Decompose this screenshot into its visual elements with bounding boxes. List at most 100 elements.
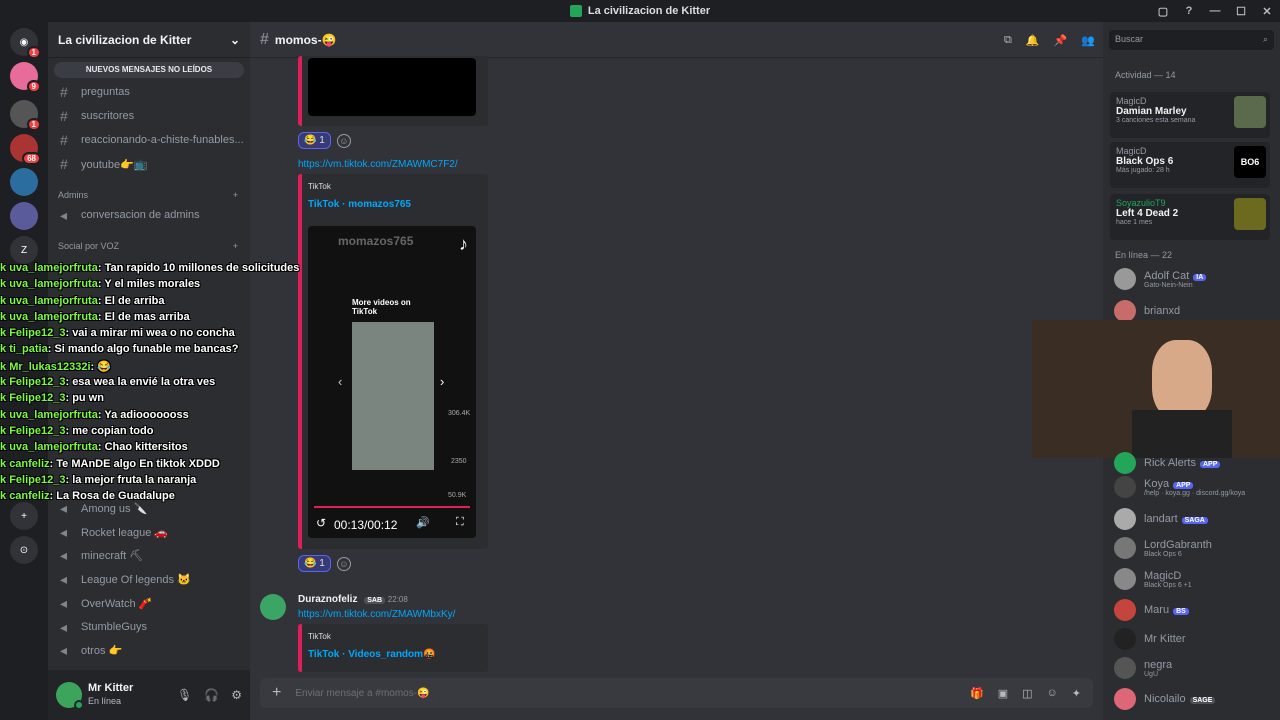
search-icon: ⌕ xyxy=(1262,34,1268,44)
member-item[interactable]: Koya APP/help · koya.gg · discord.gg/koya xyxy=(1114,476,1245,498)
member-item[interactable]: Rick Alerts APP xyxy=(1114,452,1221,474)
close-button[interactable]: ✕ xyxy=(1254,5,1280,18)
avatar[interactable] xyxy=(56,682,84,710)
video-player[interactable]: momazos765 ♪ More videos on TikTok ‹ › 3… xyxy=(308,226,476,538)
channel-item[interactable]: # youtube👉📺 xyxy=(54,153,244,175)
activity-card[interactable]: SoyazulioT9 Left 4 Dead 2 hace 1 mes xyxy=(1110,194,1270,240)
headphones-icon[interactable]: 🎧 xyxy=(204,688,219,702)
reaction-button[interactable]: 😂 1 xyxy=(298,555,331,572)
server-icon[interactable]: 1 xyxy=(10,100,41,131)
replay-icon[interactable]: ↺ xyxy=(316,516,326,530)
hash-icon: # xyxy=(60,108,68,124)
reaction-button[interactable]: 😂 1 xyxy=(298,132,331,149)
chat-message: Si mando algo funable me bancas? xyxy=(54,343,239,356)
video-thumbnail[interactable] xyxy=(352,322,434,470)
activity-card[interactable]: MagicD Black Ops 6 Más jugado: 28 h BO6 xyxy=(1110,142,1270,188)
inbox-icon[interactable]: ▢ xyxy=(1150,5,1176,18)
search-input[interactable]: Buscar ⌕ xyxy=(1109,30,1274,50)
sticker-icon[interactable]: ◫ xyxy=(1022,687,1032,700)
fullscreen-icon[interactable]: ⛶ xyxy=(456,516,464,529)
emoji-icon[interactable]: ☺ xyxy=(1047,687,1058,700)
speaker-icon: ◂ xyxy=(60,570,68,587)
chat-line: k uva_lamejorfruta: El de arriba xyxy=(0,294,165,307)
apps-icon[interactable]: ✦ xyxy=(1072,687,1081,700)
server-icon[interactable] xyxy=(10,202,38,230)
member-item[interactable]: LordGabranth Black Ops 6 xyxy=(1114,537,1212,559)
voice-channel[interactable]: ◂ OverWatch 🧨 xyxy=(54,592,244,614)
add-reaction-icon[interactable]: ☺ xyxy=(336,556,351,571)
maximize-button[interactable]: ☐ xyxy=(1228,5,1254,18)
gift-icon[interactable]: 🎁 xyxy=(970,687,984,700)
progress-bar[interactable] xyxy=(314,506,470,508)
voice-channel[interactable]: ◂ StumbleGuys xyxy=(54,616,244,638)
reactions: 😂 1 ☺ xyxy=(298,132,351,149)
minimize-button[interactable]: — xyxy=(1202,5,1228,17)
server-icon[interactable]: 68 xyxy=(10,134,41,165)
category-admins[interactable]: Admins + xyxy=(58,190,238,200)
chat-username: Felipe12_3 xyxy=(9,473,66,486)
voice-channel[interactable]: ◂ League Of legends 🐱 xyxy=(54,568,244,590)
category-social[interactable]: Social por VOZ + xyxy=(58,241,238,251)
kick-icon: k xyxy=(0,343,10,356)
chat-line: k uva_lamejorfruta: El de mas arriba xyxy=(0,310,190,323)
avatar[interactable] xyxy=(260,594,286,620)
kick-icon: k xyxy=(0,473,10,486)
add-reaction-icon[interactable]: ☺ xyxy=(336,133,351,148)
message-link[interactable]: https://vm.tiktok.com/ZMAWMbxKy/ xyxy=(298,609,455,620)
chat-line: k canfeliz: Te MAnDE algo En tiktok XDDD xyxy=(0,457,220,470)
message-link[interactable]: https://vm.tiktok.com/ZMAWMC7F2/ xyxy=(298,159,458,170)
chat-message: vai a mirar mi wea o no concha xyxy=(72,327,235,340)
kick-icon: k xyxy=(0,262,10,274)
help-icon[interactable]: ? xyxy=(1176,5,1202,17)
embed-title[interactable]: TikTok · momazos765 xyxy=(308,199,411,210)
embed-title[interactable]: TikTok · Videos_random🤬 xyxy=(308,649,435,660)
video-player[interactable] xyxy=(308,58,476,116)
voice-channel[interactable]: ◂ Rocket league 🚗 xyxy=(54,521,244,543)
chat-message: 😂 xyxy=(97,360,111,373)
volume-icon[interactable]: 🔊 xyxy=(416,516,430,529)
chevron-left-icon[interactable]: ‹ xyxy=(338,374,342,389)
chat-username: Felipe12_3 xyxy=(9,392,66,405)
activity-thumbnail: BO6 xyxy=(1234,146,1266,178)
kick-icon: k xyxy=(0,490,10,503)
member-item[interactable]: Maru BS xyxy=(1114,599,1189,621)
streamer-body xyxy=(1132,410,1232,458)
threads-icon[interactable]: ⧉ xyxy=(1004,34,1012,47)
chevron-right-icon[interactable]: › xyxy=(440,374,444,389)
voice-channel[interactable]: ◂ minecraft ⛏ xyxy=(54,544,244,566)
speaker-icon: ◂ xyxy=(60,206,68,223)
member-item[interactable]: MagicD Black Ops 6 +1 xyxy=(1114,568,1192,590)
kick-icon: k xyxy=(0,294,10,307)
member-item[interactable]: brianxd xyxy=(1114,300,1180,322)
server-header[interactable]: La civilizacion de Kitter ⌄ xyxy=(48,22,250,58)
more-videos-label: More videos on TikTok xyxy=(352,298,411,316)
channel-item[interactable]: # preguntas xyxy=(54,81,244,103)
server-icon[interactable]: Z xyxy=(10,236,38,264)
new-messages-banner[interactable]: NUEVOS MENSAJES NO LEÍDOS xyxy=(54,62,244,78)
bell-icon[interactable]: 🔔 xyxy=(1026,34,1040,47)
activity-card[interactable]: MagicD Damian Marley 3 canciones esta sema… xyxy=(1110,92,1270,138)
server-icon[interactable]: 9 xyxy=(10,62,41,93)
kick-icon: k xyxy=(0,441,10,454)
plus-icon[interactable]: + xyxy=(272,684,281,702)
member-item[interactable]: negra UgU xyxy=(1114,657,1172,679)
message-input[interactable]: + Enviar mensaje a #momos-😜 🎁 ▣ ◫ ☺ ✦ xyxy=(260,678,1093,708)
explore-icon[interactable]: ⊙ xyxy=(10,536,38,564)
member-item[interactable]: Mr Kitter xyxy=(1114,628,1186,650)
channel-item[interactable]: # suscritores xyxy=(54,105,244,127)
gear-icon[interactable]: ⚙ xyxy=(231,688,242,702)
gif-icon[interactable]: ▣ xyxy=(998,687,1008,700)
channel-item[interactable]: # reaccionando-a-chiste-funables... xyxy=(54,129,244,151)
members-icon[interactable]: 👥 xyxy=(1081,34,1095,47)
member-item[interactable]: Nicolailo SAGE xyxy=(1114,688,1216,710)
voice-channel[interactable]: ◂ conversacion de admins xyxy=(54,204,244,226)
voice-channel[interactable]: ◂ otros 👉 xyxy=(54,639,244,661)
chat-message: la mejor fruta la naranja xyxy=(72,473,197,486)
pin-icon[interactable]: 📌 xyxy=(1054,34,1068,47)
server-icon[interactable] xyxy=(10,168,38,196)
discord-home-icon[interactable]: ◉ 1 xyxy=(10,28,41,59)
microphone-icon[interactable]: 🎙 xyxy=(177,688,192,702)
channel-name: momos-😜 xyxy=(274,32,337,47)
member-item[interactable]: landart SAGA xyxy=(1114,508,1208,530)
member-item[interactable]: Adolf Cat IA Gato-Nein-Nein xyxy=(1114,268,1207,290)
